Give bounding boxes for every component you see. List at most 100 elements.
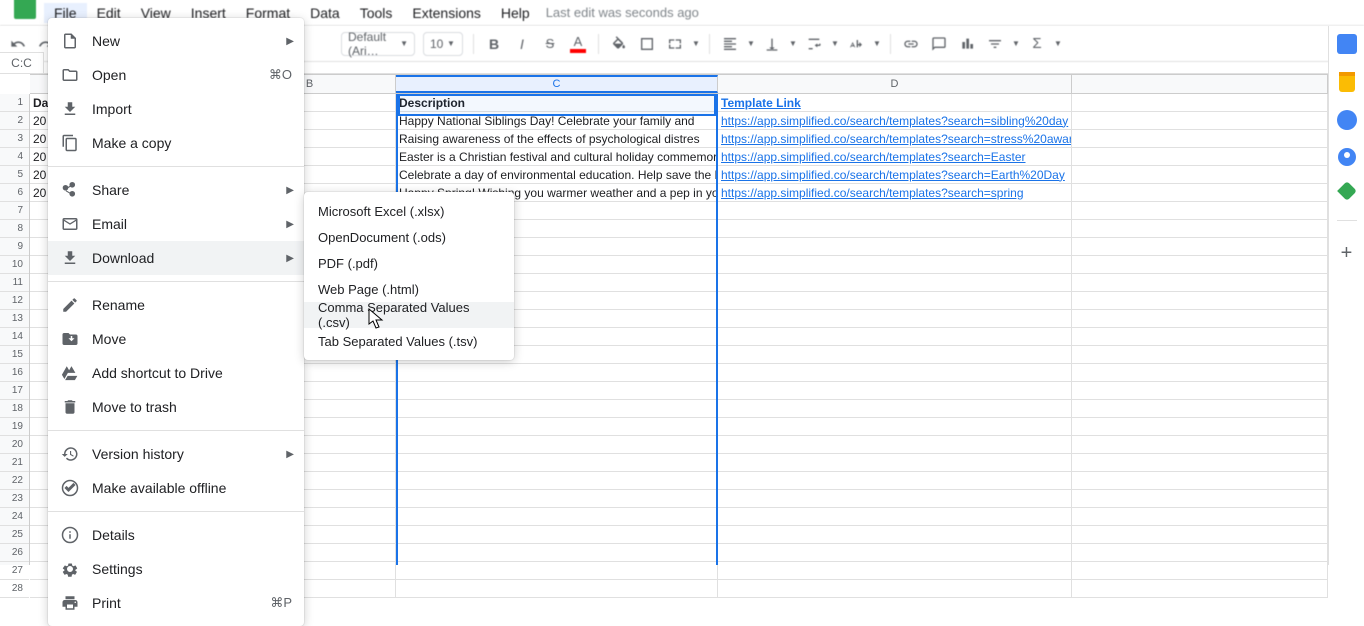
cell[interactable]: Description [396,94,718,112]
row-header[interactable]: 5 [0,166,29,184]
cell[interactable] [1072,274,1328,292]
submenu-item-html[interactable]: Web Page (.html) [304,276,514,302]
cell[interactable] [718,526,1072,544]
cell[interactable] [1072,202,1328,220]
menu-item-offline[interactable]: Make available offline [48,471,304,505]
row-header[interactable]: 16 [0,364,29,382]
cell[interactable] [718,220,1072,238]
cell[interactable] [396,418,718,436]
menu-item-make-copy[interactable]: Make a copy [48,126,304,160]
menu-item-version-history[interactable]: Version history▶ [48,437,304,471]
row-header[interactable]: 24 [0,508,29,526]
cell[interactable] [718,490,1072,508]
cell[interactable] [1072,310,1328,328]
cell[interactable] [718,346,1072,364]
col-header-rest[interactable] [1072,75,1328,93]
row-header[interactable]: 17 [0,382,29,400]
menu-item-new[interactable]: New▶ [48,24,304,58]
row-header[interactable]: 18 [0,400,29,418]
cell[interactable] [718,238,1072,256]
menu-item-trash[interactable]: Move to trash [48,390,304,424]
cell[interactable] [1072,490,1328,508]
row-header[interactable]: 26 [0,544,29,562]
cell[interactable] [718,472,1072,490]
cell[interactable] [396,472,718,490]
rotate-dropdown[interactable]: ▼ [872,39,882,48]
menu-item-open[interactable]: Open⌘O [48,58,304,92]
cell[interactable]: Celebrate a day of environmental educati… [396,166,718,184]
cell[interactable] [718,580,1072,598]
cell[interactable]: https://app.simplified.co/search/templat… [718,130,1072,148]
cell[interactable] [718,202,1072,220]
submenu-item-tsv[interactable]: Tab Separated Values (.tsv) [304,328,514,354]
cell[interactable] [1072,292,1328,310]
cell[interactable] [718,328,1072,346]
cell[interactable] [1072,472,1328,490]
row-header[interactable]: 12 [0,292,29,310]
menu-item-rename[interactable]: Rename [48,288,304,322]
row-header[interactable]: 25 [0,526,29,544]
cell[interactable] [1072,94,1328,112]
row-header[interactable]: 23 [0,490,29,508]
menu-help[interactable]: Help [491,3,540,23]
cell[interactable] [396,490,718,508]
menu-data[interactable]: Data [300,3,350,23]
cell[interactable] [1072,238,1328,256]
cell[interactable] [1072,580,1328,598]
col-header-C[interactable]: C [396,75,718,93]
keep-icon[interactable] [1339,72,1355,92]
cell[interactable] [718,454,1072,472]
row-header[interactable]: 28 [0,580,29,598]
cell[interactable] [1072,544,1328,562]
cell[interactable] [718,382,1072,400]
cell[interactable]: Template Link [718,94,1072,112]
menu-item-move[interactable]: Move [48,322,304,356]
menu-item-download[interactable]: Download▶ [48,241,304,275]
menu-item-settings[interactable]: Settings [48,552,304,586]
row-header[interactable]: 22 [0,472,29,490]
cell[interactable] [1072,220,1328,238]
cell[interactable] [718,400,1072,418]
halign-dropdown[interactable]: ▼ [746,39,756,48]
cell[interactable] [396,454,718,472]
merge-dropdown[interactable]: ▼ [691,39,701,48]
cell[interactable] [718,274,1072,292]
cell[interactable] [1072,400,1328,418]
row-header[interactable]: 14 [0,328,29,346]
cell[interactable] [1072,526,1328,544]
row-header[interactable]: 6 [0,184,29,202]
cell[interactable] [1072,418,1328,436]
calendar-icon[interactable] [1337,34,1357,54]
cell[interactable] [718,364,1072,382]
submenu-item-ods[interactable]: OpenDocument (.ods) [304,224,514,250]
row-header[interactable]: 1 [0,94,29,112]
cell[interactable]: Raising awareness of the effects of psyc… [396,130,718,148]
maps-icon[interactable] [1337,181,1357,201]
cell[interactable] [718,508,1072,526]
row-header[interactable]: 9 [0,238,29,256]
cell[interactable]: Happy National Siblings Day! Celebrate y… [396,112,718,130]
submenu-item-pdf[interactable]: PDF (.pdf) [304,250,514,276]
row-header[interactable]: 7 [0,202,29,220]
row-header[interactable]: 15 [0,346,29,364]
row-header[interactable]: 4 [0,148,29,166]
menu-extensions[interactable]: Extensions [402,3,490,23]
cell[interactable] [396,508,718,526]
row-header[interactable]: 20 [0,436,29,454]
cell[interactable] [718,436,1072,454]
row-header[interactable]: 3 [0,130,29,148]
cell[interactable] [1072,166,1328,184]
cell[interactable] [396,364,718,382]
cell[interactable] [396,400,718,418]
valign-dropdown[interactable]: ▼ [788,39,798,48]
cell[interactable] [1072,382,1328,400]
row-header[interactable]: 2 [0,112,29,130]
cell[interactable]: Easter is a Christian festival and cultu… [396,148,718,166]
cell[interactable] [396,526,718,544]
cell[interactable] [718,292,1072,310]
cell[interactable] [1072,508,1328,526]
cell[interactable] [1072,256,1328,274]
functions-dropdown[interactable]: ▼ [1053,39,1063,48]
cell[interactable]: https://app.simplified.co/search/templat… [718,166,1072,184]
cell[interactable] [718,256,1072,274]
